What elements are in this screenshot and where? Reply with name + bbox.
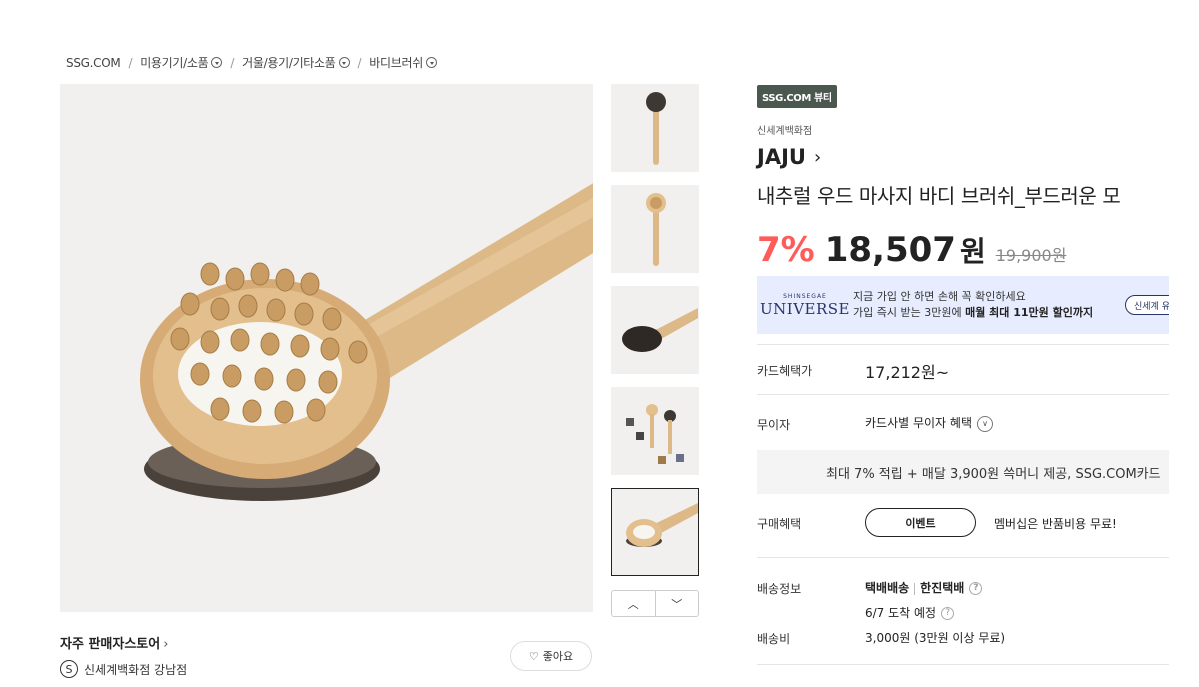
thumbnail-next-button[interactable]: ﹀: [656, 591, 699, 616]
thumbnail-2[interactable]: [611, 185, 699, 273]
thumbnail-image: [612, 489, 698, 575]
brand-link[interactable]: JAJU ›: [757, 145, 821, 169]
help-icon[interactable]: ?: [969, 582, 983, 595]
thumbnail-image: [612, 186, 698, 272]
price-row: 7% 18,507 원 19,900원: [757, 230, 1066, 270]
installment-label: 무이자: [757, 418, 791, 432]
thumbnail-nav: ︿ ﹀: [611, 590, 699, 617]
divider: [757, 344, 1169, 345]
installment-benefit[interactable]: 카드사별 무이자 혜택 ∨: [865, 414, 993, 432]
thumbnail-4[interactable]: [611, 387, 699, 475]
sale-price: 18,507: [824, 230, 956, 270]
card-benefit-price: 17,212원~: [865, 363, 950, 382]
universe-text: 지금 가입 안 하면 손해 꼭 확인하세요 가입 즉시 받는 3만원에 매월 최…: [853, 290, 1094, 319]
thumbnail-5-selected[interactable]: [611, 488, 699, 576]
department-store: 신세계백화점: [757, 126, 813, 137]
chevron-right-icon: ›: [163, 637, 169, 652]
seller-store-link[interactable]: 자주 판매자스토어 ›: [60, 633, 168, 652]
universe-logo: SHINSEGAE UNIVERSE: [760, 292, 850, 318]
thumbnail-image: [612, 287, 698, 373]
breadcrumb-category-2[interactable]: 거울/용기/기타소품: [242, 54, 350, 71]
card-promo-banner[interactable]: 최대 7% 적립 + 매달 3,900원 쓱머니 제공, SSG.COM카드: [757, 450, 1169, 494]
membership-text: 멤버십은 반품비용 무료!: [994, 517, 1117, 531]
purchase-benefit-label: 구매혜택: [757, 517, 802, 531]
heart-icon: ♡: [528, 649, 539, 663]
thumbnail-list: [611, 84, 699, 589]
help-icon[interactable]: ?: [941, 607, 955, 620]
discount-rate: 7%: [757, 230, 815, 270]
chevron-down-icon[interactable]: [211, 57, 223, 68]
brush-illustration: [60, 84, 593, 612]
shipping-info-label: 배송정보: [757, 582, 802, 596]
breadcrumb: SSG.COM / 미용기기/소품 / 거울/용기/기타소품 / 바디브러쉬: [66, 54, 437, 71]
card-benefit-label: 카드혜택가: [757, 364, 813, 378]
shipping-method: 택배배송 한진택배?: [865, 579, 983, 596]
universe-banner[interactable]: SHINSEGAE UNIVERSE 지금 가입 안 하면 손해 꼭 확인하세요…: [757, 276, 1169, 334]
thumbnail-1[interactable]: [611, 84, 699, 172]
chevron-down-icon[interactable]: ∨: [977, 415, 993, 432]
breadcrumb-separator: /: [128, 55, 133, 70]
chevron-down-icon[interactable]: [338, 57, 350, 68]
like-button[interactable]: ♡ 좋아요: [510, 641, 592, 671]
chevron-right-icon: ›: [813, 146, 822, 168]
breadcrumb-home[interactable]: SSG.COM: [66, 56, 121, 70]
thumbnail-image: [612, 388, 698, 474]
breadcrumb-category-3[interactable]: 바디브러쉬: [369, 54, 437, 71]
event-button[interactable]: 이벤트: [865, 508, 976, 537]
shipping-fee: 3,000원 (3만원 이상 무료): [865, 631, 1006, 645]
store-branch-name: 신세계백화점 강남점: [84, 662, 188, 677]
original-price: 19,900원: [995, 246, 1067, 265]
product-title: 내추럴 우드 마사지 바디 브러쉬_부드러운 모: [757, 184, 1121, 208]
breadcrumb-category-1[interactable]: 미용기기/소품: [140, 54, 223, 71]
universe-join-button[interactable]: 신세계 유니버스: [1125, 295, 1169, 315]
price-unit: 원: [959, 235, 986, 268]
breadcrumb-separator: /: [230, 55, 235, 70]
thumbnail-3[interactable]: [611, 286, 699, 374]
store-branch: S 신세계백화점 강남점: [60, 660, 187, 678]
divider: [757, 557, 1169, 558]
arrival-date: 6/7 도착 예정?: [865, 604, 955, 621]
store-badge-icon: S: [60, 660, 78, 678]
chevron-down-icon[interactable]: [426, 57, 437, 68]
separator: [914, 582, 916, 595]
main-product-image[interactable]: [60, 84, 593, 612]
shipping-fee-label: 배송비: [757, 632, 791, 646]
divider: [757, 664, 1169, 665]
divider: [757, 394, 1169, 395]
channel-badge: SSG.COM 뷰티: [757, 85, 837, 108]
breadcrumb-separator: /: [357, 55, 362, 70]
thumbnail-prev-button[interactable]: ︿: [612, 591, 656, 616]
thumbnail-image: [612, 85, 698, 171]
